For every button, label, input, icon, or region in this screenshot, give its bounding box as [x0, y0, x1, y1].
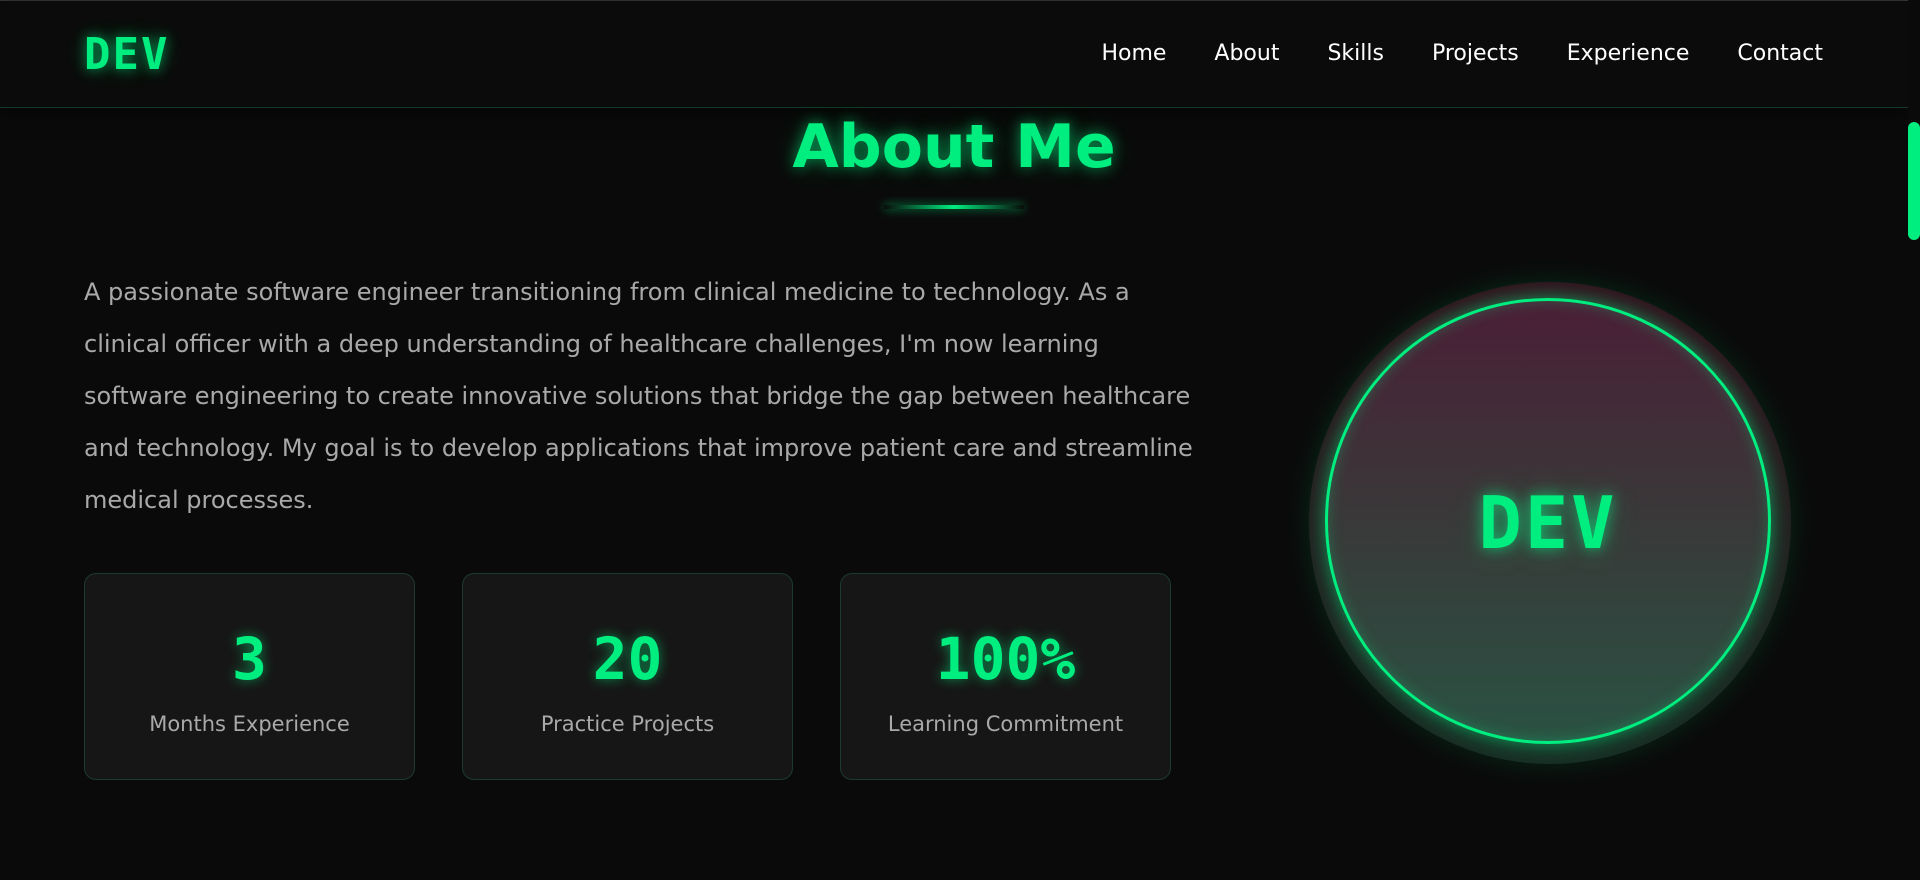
nav-link-experience[interactable]: Experience [1567, 39, 1690, 69]
stat-label: Months Experience [149, 712, 350, 736]
stat-label: Learning Commitment [887, 712, 1124, 736]
nav-link-home[interactable]: Home [1101, 39, 1166, 69]
navbar: DEV Home About Skills Projects Experienc… [0, 1, 1908, 108]
stat-card-projects: 20 Practice Projects [462, 573, 793, 780]
main-nav: Home About Skills Projects Experience Co… [1101, 39, 1823, 69]
title-underline [884, 205, 1024, 209]
stat-card-experience: 3 Months Experience [84, 573, 415, 780]
stat-label: Practice Projects [540, 712, 715, 736]
stat-value: 3 [232, 625, 267, 693]
page: DEV Home About Skills Projects Experienc… [0, 0, 1920, 880]
stat-value: 100% [935, 625, 1076, 693]
stat-card-commitment: 100% Learning Commitment [840, 573, 1171, 780]
nav-link-skills[interactable]: Skills [1327, 39, 1384, 69]
stats-row: 3 Months Experience 20 Practice Projects… [84, 573, 1171, 780]
section-title: About Me [792, 112, 1116, 182]
about-paragraph: A passionate software engineer transitio… [84, 278, 1193, 514]
logo[interactable]: DEV [84, 29, 169, 81]
nav-link-about[interactable]: About [1214, 39, 1279, 69]
nav-link-contact[interactable]: Contact [1737, 39, 1823, 69]
scrollbar-thumb[interactable] [1908, 122, 1920, 240]
stat-value: 20 [592, 625, 663, 693]
nav-link-projects[interactable]: Projects [1432, 39, 1519, 69]
avatar-logo-text: DEV [1478, 481, 1618, 565]
